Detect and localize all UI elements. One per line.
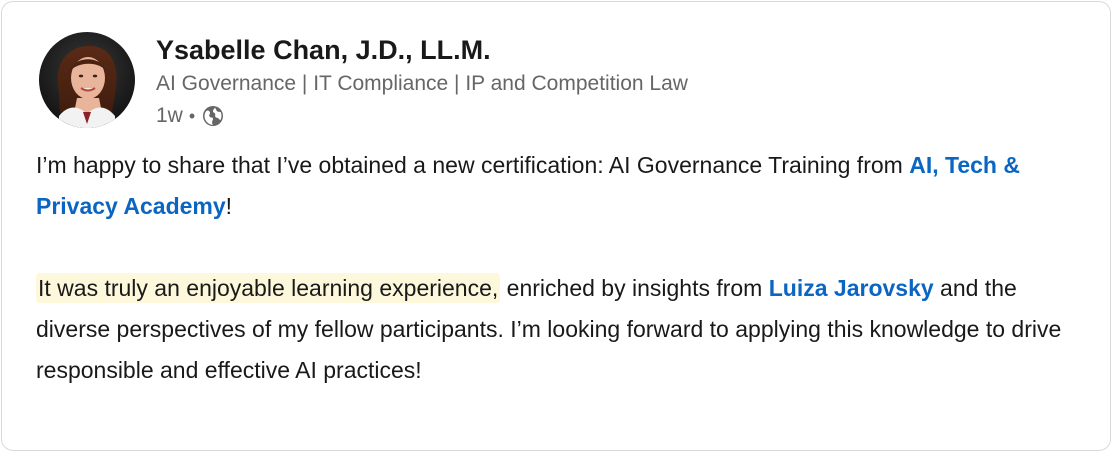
post-paragraph-2: It was truly an enjoyable learning exper… [36, 268, 1086, 391]
mention-luiza-jarovsky[interactable]: Luiza Jarovsky [769, 275, 934, 301]
avatar[interactable] [39, 32, 135, 128]
globe-icon [202, 105, 224, 127]
highlighted-text: It was truly an enjoyable learning exper… [36, 273, 501, 303]
post-text: I’m happy to share that I’ve obtained a … [36, 152, 910, 178]
post-text: enriched by insights from [500, 275, 769, 301]
post-meta: 1w • [156, 101, 224, 131]
post-text: ! [225, 193, 233, 219]
profile-photo [39, 32, 135, 128]
post-body: I’m happy to share that I’ve obtained a … [36, 145, 1086, 391]
meta-separator: • [188, 105, 196, 126]
post-time: 1w [156, 104, 183, 127]
post-card: Ysabelle Chan, J.D., LL.M. AI Governance… [1, 1, 1111, 451]
post-paragraph-1: I’m happy to share that I’ve obtained a … [36, 145, 1086, 227]
author-headline: AI Governance | IT Compliance | IP and C… [156, 72, 688, 95]
author-name[interactable]: Ysabelle Chan, J.D., LL.M. [156, 32, 491, 68]
